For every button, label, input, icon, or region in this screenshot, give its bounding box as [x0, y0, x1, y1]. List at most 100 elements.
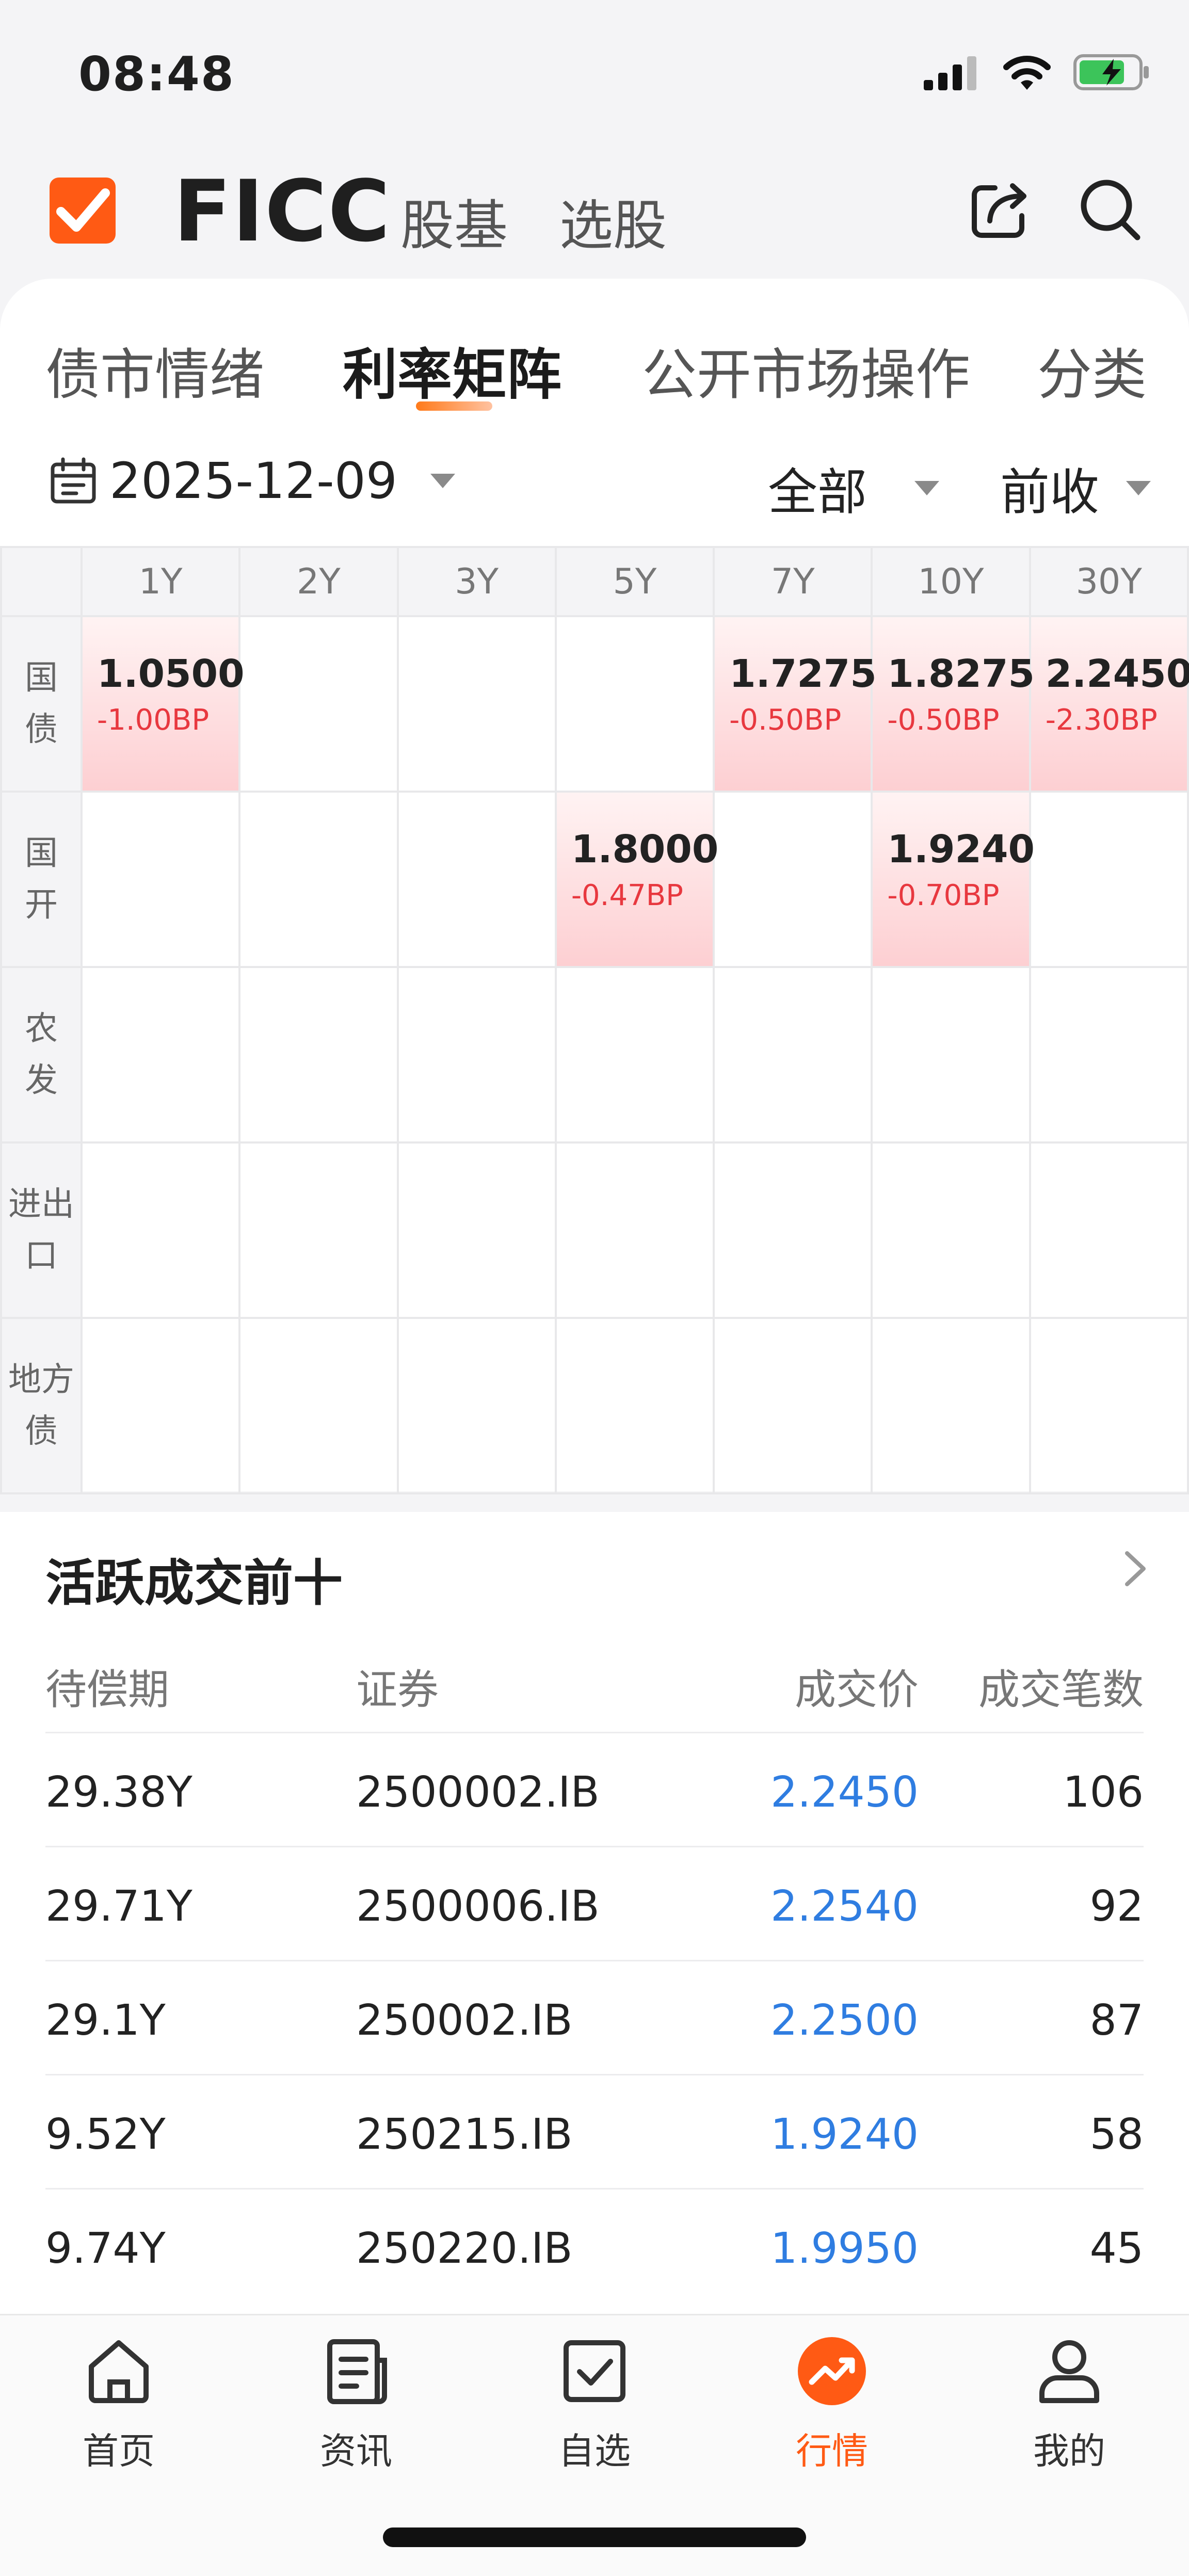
yield-change: -0.47BP: [571, 879, 683, 912]
matrix-cell-empty[interactable]: [80, 966, 241, 1144]
trade-maturity: 9.52Y: [45, 2110, 166, 2159]
trade-price: 2.2540: [770, 1882, 919, 1931]
tab-category[interactable]: 分类: [1037, 330, 1147, 410]
matrix-cell-empty[interactable]: [713, 966, 873, 1144]
active-tab-indicator: [416, 401, 492, 411]
matrix-cell[interactable]: 1.9240 -0.70BP: [871, 791, 1035, 968]
yield-change: -1.00BP: [97, 703, 210, 737]
row-divider: [45, 1846, 1144, 1847]
matrix-cell-empty[interactable]: [396, 966, 557, 1144]
matrix-cell-empty[interactable]: [80, 791, 241, 968]
matrix-cell-empty[interactable]: [554, 966, 715, 1144]
matrix-cell-empty[interactable]: [554, 1141, 715, 1319]
matrix-cell[interactable]: 1.8000 -0.47BP: [554, 791, 719, 968]
chevron-down-icon: [1126, 480, 1151, 495]
matrix-row-label-text: 地方债: [8, 1361, 74, 1451]
header-tab-screener[interactable]: 选股: [559, 182, 667, 260]
trade-maturity: 29.71Y: [45, 1882, 192, 1931]
matrix-row-label-text: 国债: [25, 659, 58, 749]
nav-label-home: 首页: [83, 2430, 155, 2472]
matrix-header-row: 1Y 2Y 3Y 5Y 7Y 10Y 30Y: [0, 546, 1189, 617]
yield-change: -0.70BP: [887, 879, 1000, 912]
yield-value: 1.9240: [887, 827, 1035, 872]
matrix-cell-empty[interactable]: [1029, 791, 1189, 968]
matrix-row-label: 农发: [0, 966, 83, 1144]
trade-security: 250220.IB: [356, 2224, 573, 2273]
yield-value: 1.8275: [887, 652, 1035, 696]
row-divider: [45, 2188, 1144, 2189]
matrix-corner: [0, 546, 83, 617]
tab-bond-sentiment[interactable]: 债市情绪: [45, 330, 264, 410]
matrix-cell-empty[interactable]: [238, 1317, 399, 1494]
matrix-cell-empty[interactable]: [554, 1317, 715, 1494]
matrix-cell-empty[interactable]: [1029, 1317, 1189, 1494]
matrix-cell-empty[interactable]: [1029, 1141, 1189, 1319]
matrix-cell-content: 1.0500 -1.00BP: [83, 617, 245, 741]
matrix-cell[interactable]: 1.8275 -0.50BP: [871, 615, 1035, 793]
matrix-cell-empty[interactable]: [871, 1317, 1031, 1494]
chevron-down-icon: [430, 474, 455, 488]
date-filter[interactable]: 2025-12-09: [50, 452, 455, 510]
matrix-cell[interactable]: 2.2450 -2.30BP: [1029, 615, 1189, 793]
matrix-cell-empty[interactable]: [713, 791, 873, 968]
nav-news[interactable]: 资讯: [279, 2332, 433, 2487]
matrix-cell-empty[interactable]: [396, 1141, 557, 1319]
matrix-cell[interactable]: 1.0500 -1.00BP: [80, 615, 245, 793]
trade-count: 106: [1063, 1768, 1144, 1817]
matrix-col-header: 10Y: [871, 546, 1031, 617]
status-icons: [924, 46, 1151, 98]
table-row[interactable]: 29.38Y 2500002.IB 2.2450 106: [0, 1739, 1189, 1837]
matrix-cell-empty[interactable]: [713, 1141, 873, 1319]
row-divider: [45, 1732, 1144, 1733]
matrix-row: 国债 1.0500 -1.00BP 1.7275 -0.50BP 1.8275 -0.50B…: [0, 615, 1189, 793]
matrix-cell-empty[interactable]: [554, 615, 715, 793]
nav-watchlist[interactable]: 自选: [517, 2332, 672, 2487]
matrix-cell[interactable]: 1.7275 -0.50BP: [713, 615, 877, 793]
tab-rate-matrix[interactable]: 利率矩阵: [343, 330, 561, 410]
matrix-cell-empty[interactable]: [713, 1317, 873, 1494]
profile-icon: [1039, 2340, 1099, 2403]
matrix-cell-empty[interactable]: [238, 791, 399, 968]
price-type-value: 前收: [1000, 463, 1099, 521]
yield-value: 2.2450: [1045, 652, 1189, 696]
nav-profile[interactable]: 我的: [992, 2332, 1147, 2487]
matrix-cell-empty[interactable]: [238, 615, 399, 793]
table-row[interactable]: 29.1Y 250002.IB 2.2500 87: [0, 1967, 1189, 2065]
matrix-cell-empty[interactable]: [396, 791, 557, 968]
nav-label-news: 资讯: [320, 2430, 392, 2472]
nav-market[interactable]: 行情: [754, 2332, 909, 2487]
matrix-cell-empty[interactable]: [396, 1317, 557, 1494]
header-tab-fund[interactable]: 股基: [400, 182, 508, 260]
battery-icon: [1073, 54, 1149, 90]
matrix-cell-empty[interactable]: [396, 615, 557, 793]
page-title: FICC: [173, 162, 391, 261]
matrix-cell-empty[interactable]: [871, 1141, 1031, 1319]
tab-open-market[interactable]: 公开市场操作: [642, 330, 972, 410]
matrix-cell-empty[interactable]: [238, 1141, 399, 1319]
rate-matrix: 1Y 2Y 3Y 5Y 7Y 10Y 30Y 国债 1.0500 -1.00BP 1.7275 -0…: [0, 546, 1189, 1494]
table-row[interactable]: 29.71Y 2500006.IB 2.2540 92: [0, 1853, 1189, 1951]
trade-count: 92: [1089, 1882, 1144, 1931]
yield-value: 1.8000: [571, 827, 719, 872]
trade-price: 1.9240: [770, 2110, 919, 2159]
table-row[interactable]: 9.52Y 250215.IB 1.9240 58: [0, 2081, 1189, 2179]
scope-filter[interactable]: 全部: [768, 452, 939, 524]
trade-price: 1.9950: [770, 2224, 919, 2273]
matrix-cell-empty[interactable]: [871, 966, 1031, 1144]
status-time: 08:48: [78, 46, 235, 102]
matrix-cell-empty[interactable]: [1029, 966, 1189, 1144]
chevron-right-icon[interactable]: [1115, 1543, 1156, 1595]
matrix-cell-empty[interactable]: [80, 1141, 241, 1319]
table-row[interactable]: 9.74Y 250220.IB 1.9950 45: [0, 2195, 1189, 2293]
matrix-cell-empty[interactable]: [238, 966, 399, 1144]
search-icon[interactable]: [1074, 173, 1147, 246]
nav-home[interactable]: 首页: [41, 2332, 196, 2487]
nav-label-market: 行情: [796, 2430, 868, 2472]
row-divider: [45, 1960, 1144, 1961]
market-icon: [798, 2337, 866, 2405]
price-type-filter[interactable]: 前收: [1000, 452, 1151, 524]
matrix-cell-empty[interactable]: [80, 1317, 241, 1494]
share-icon[interactable]: [964, 173, 1036, 246]
chevron-down-icon: [914, 480, 939, 495]
matrix-col-header: 30Y: [1029, 546, 1189, 617]
